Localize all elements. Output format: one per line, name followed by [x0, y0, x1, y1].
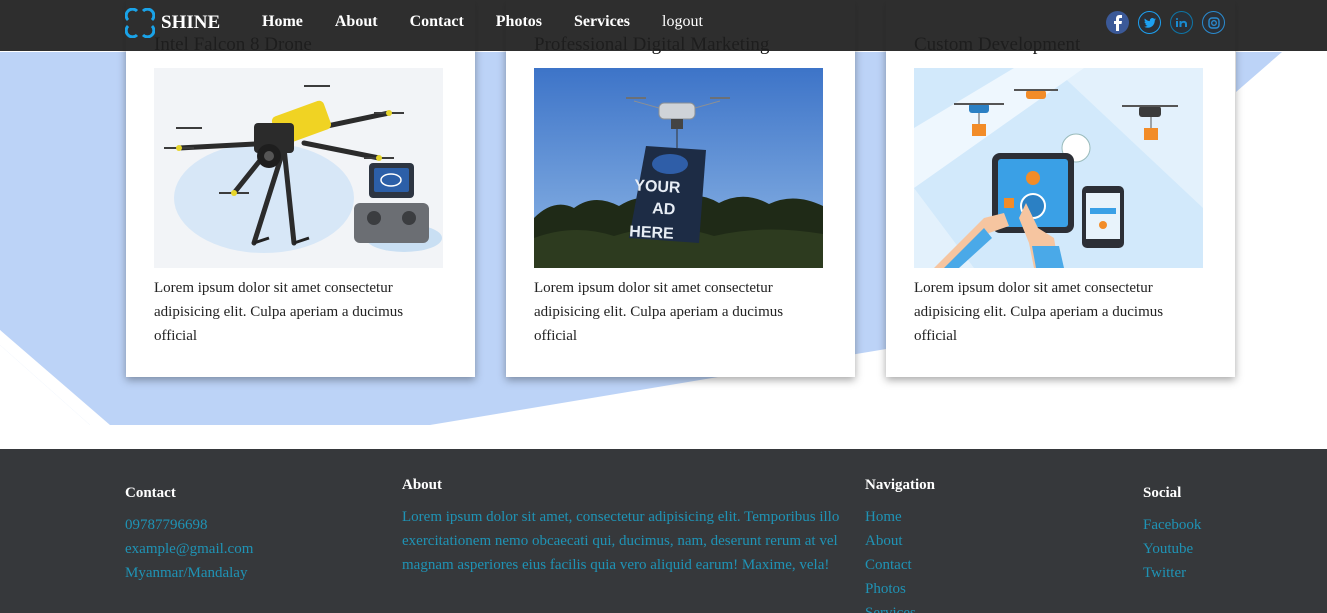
nav-home[interactable]: Home	[262, 13, 303, 31]
footer-location-link[interactable]: Myanmar/Mandalay	[125, 561, 253, 585]
nav-about[interactable]: About	[335, 13, 378, 31]
footer-nav-contact[interactable]: Contact	[865, 553, 935, 577]
card-text: Lorem ipsum dolor sit amet consectetur a…	[154, 280, 404, 344]
drone-banner-ad-image: YOUR AD HERE	[534, 68, 823, 268]
footer-nav-about[interactable]: About	[865, 529, 935, 553]
footer-nav-home[interactable]: Home	[865, 505, 935, 529]
social-icons-top	[1106, 11, 1225, 34]
nav-logout[interactable]: logout	[662, 13, 703, 31]
drone-with-controller-image	[154, 68, 443, 268]
linkedin-icon[interactable]	[1170, 11, 1193, 34]
footer-social: Social Facebook Youtube Twitter	[1143, 485, 1201, 585]
footer-nav-services[interactable]: Services	[865, 601, 935, 613]
brand[interactable]: SHINE	[125, 8, 220, 38]
instagram-icon[interactable]	[1202, 11, 1225, 34]
footer-email-link[interactable]: example@gmail.com	[125, 537, 253, 561]
footer-twitter-link[interactable]: Twitter	[1143, 561, 1201, 585]
footer: Contact 09787796698 example@gmail.com My…	[0, 449, 1327, 613]
footer-contact-heading: Contact	[125, 485, 176, 501]
footer-navigation: Navigation Home About Contact Photos Ser…	[865, 477, 935, 613]
main-nav: Home About Contact Photos Services logou…	[262, 13, 735, 31]
footer-nav-photos[interactable]: Photos	[865, 577, 935, 601]
card-text: Lorem ipsum dolor sit amet consectetur a…	[534, 280, 784, 344]
banner-ad-text: AD	[652, 200, 676, 218]
footer-social-heading: Social	[1143, 485, 1182, 501]
footer-navigation-heading: Navigation	[865, 477, 936, 493]
twitter-icon[interactable]	[1138, 11, 1161, 34]
footer-youtube-link[interactable]: Youtube	[1143, 537, 1201, 561]
footer-about-heading: About	[402, 477, 443, 493]
card-text: Lorem ipsum dolor sit amet consectetur a…	[914, 280, 1164, 344]
footer-contact: Contact 09787796698 example@gmail.com My…	[125, 485, 253, 585]
brand-name: SHINE	[161, 12, 221, 33]
navbar: SHINE Home About Contact Photos Services…	[0, 0, 1327, 51]
banner-your-text: YOUR	[634, 177, 681, 196]
nav-contact[interactable]: Contact	[410, 13, 464, 31]
service-card-3: Custom Development	[886, 0, 1235, 377]
footer-phone-link[interactable]: 09787796698	[125, 513, 253, 537]
service-card-2: Professional Digital Marketing	[506, 0, 855, 377]
service-card-1: Intel Falcon 8 Drone	[126, 0, 475, 377]
banner-here-text: HERE	[629, 223, 675, 242]
footer-about: About Lorem ipsum dolor sit amet, consec…	[402, 477, 854, 577]
facebook-icon[interactable]	[1106, 11, 1129, 34]
brand-logo-icon	[125, 8, 155, 38]
nav-photos[interactable]: Photos	[496, 13, 542, 31]
nav-services[interactable]: Services	[574, 13, 630, 31]
footer-facebook-link[interactable]: Facebook	[1143, 513, 1201, 537]
footer-about-text: Lorem ipsum dolor sit amet, consectetur …	[402, 509, 840, 573]
drone-app-development-image	[914, 68, 1203, 268]
